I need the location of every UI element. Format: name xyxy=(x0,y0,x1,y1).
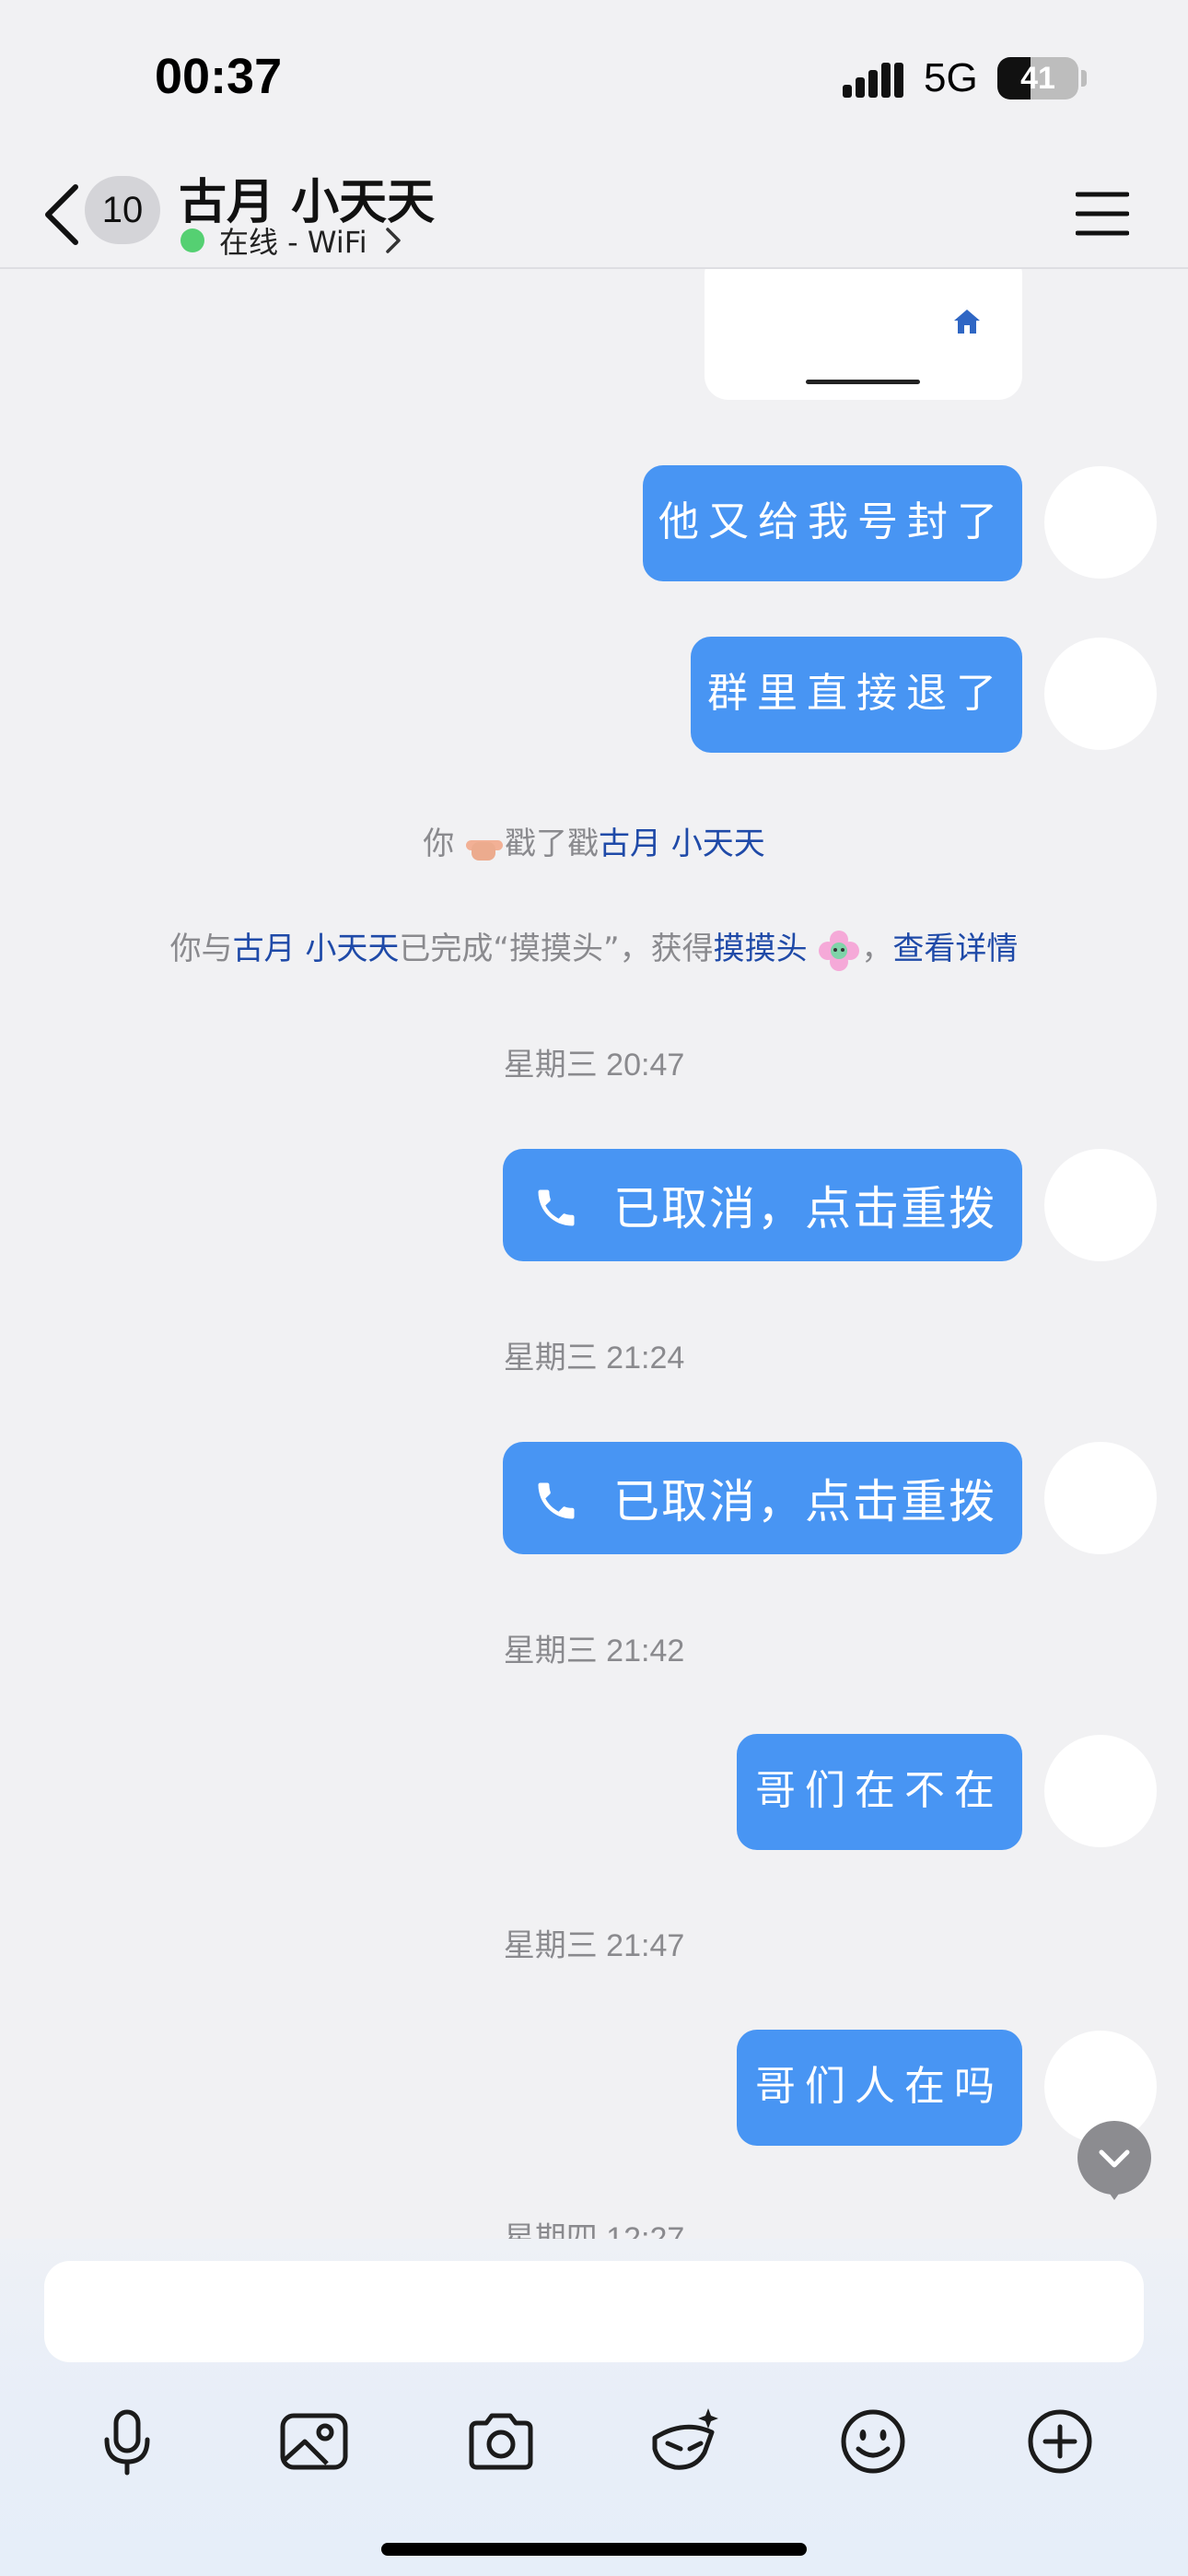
ai-assistant-icon[interactable] xyxy=(647,2403,725,2480)
message-bubble[interactable]: 哥们人在吗 xyxy=(737,2030,1022,2146)
online-status-text: 在线 - WiFi xyxy=(219,225,367,260)
online-dot-icon xyxy=(181,228,204,252)
avatar[interactable] xyxy=(1044,1442,1157,1554)
message-text: 群里直接退了 xyxy=(707,670,1006,717)
message-bubble[interactable]: 群里直接退了 xyxy=(691,637,1022,753)
timestamp: 星期三 21:42 xyxy=(503,1633,685,1669)
view-details-link[interactable]: 查看详情 xyxy=(892,931,1018,967)
call-status-text: 已取消，点击重拨 xyxy=(613,1475,996,1528)
message-text: 他又给我号封了 xyxy=(658,498,1007,545)
message-text: 哥们人在吗 xyxy=(755,2063,1004,2110)
avatar[interactable] xyxy=(1044,1735,1157,1847)
chevron-right-icon xyxy=(385,228,401,253)
scroll-to-bottom-button[interactable] xyxy=(1077,2121,1151,2195)
status-time: 00:37 xyxy=(155,49,283,104)
achievement-separator: ， xyxy=(861,931,893,967)
achievement-contact-link[interactable]: 古月 小天天 xyxy=(233,931,400,967)
unread-count-badge[interactable]: 10 xyxy=(85,176,160,244)
poke-prefix: 你 xyxy=(423,825,455,862)
poke-target-link[interactable]: 古月 小天天 xyxy=(599,825,765,862)
timestamp: 星期三 20:47 xyxy=(503,1048,685,1083)
avatar[interactable] xyxy=(1044,638,1157,750)
image-preview-bar xyxy=(806,380,920,384)
flower-badge-icon xyxy=(819,930,860,971)
message-input[interactable] xyxy=(44,2261,1144,2362)
status-bar: 00:37 5G 41 xyxy=(0,0,1188,161)
emoji-icon[interactable] xyxy=(834,2403,912,2480)
chat-screen: 00:37 5G 41 10 古月 小天天 在线 - WiFi 他又给我号封了 … xyxy=(0,0,1188,2576)
cellular-signal-icon xyxy=(843,63,903,98)
timestamp: 星期三 21:47 xyxy=(503,1928,685,1963)
phone-icon xyxy=(538,1189,575,1226)
poke-action: 戳了戳 xyxy=(505,825,599,862)
message-bubble[interactable]: 他又给我号封了 xyxy=(643,465,1022,581)
home-icon xyxy=(954,310,980,334)
achievement-middle: 已完成“摸摸头”，获得 xyxy=(399,931,714,967)
message-bubble[interactable]: 哥们在不在 xyxy=(737,1734,1022,1850)
message-text: 哥们在不在 xyxy=(755,1767,1004,1814)
achievement-prefix: 你与 xyxy=(169,931,233,967)
message-list[interactable]: 他又给我号封了 群里直接退了 你 戳了戳古月 小天天 你与古月 小天天已完成“摸… xyxy=(0,269,1188,2239)
composer-bar xyxy=(0,2239,1188,2576)
call-status-text: 已取消，点击重拨 xyxy=(613,1182,996,1235)
poke-notice: 你 戳了戳古月 小天天 xyxy=(0,818,1188,863)
battery-tip xyxy=(1081,70,1087,87)
avatar[interactable] xyxy=(1044,1149,1157,1261)
phone-icon xyxy=(538,1482,575,1519)
battery-level: 41 xyxy=(1020,61,1055,96)
network-type: 5G xyxy=(924,55,978,100)
chat-header: 10 古月 小天天 在线 - WiFi xyxy=(0,161,1188,269)
camera-icon[interactable] xyxy=(462,2403,540,2480)
timestamp: 星期三 21:24 xyxy=(503,1341,685,1376)
timestamp: 星期四 12:27 xyxy=(503,2221,685,2239)
chevron-left-icon[interactable] xyxy=(35,178,90,252)
call-record-bubble[interactable]: 已取消，点击重拨 xyxy=(503,1442,1022,1554)
scroll-button-tail xyxy=(1105,2187,1124,2200)
call-record-bubble[interactable]: 已取消，点击重拨 xyxy=(503,1149,1022,1261)
pointing-hand-icon xyxy=(466,839,503,861)
image-icon[interactable] xyxy=(275,2403,353,2480)
plus-circle-icon[interactable] xyxy=(1021,2403,1099,2480)
achievement-reward-link[interactable]: 摸摸头 xyxy=(714,931,808,967)
avatar[interactable] xyxy=(1044,466,1157,579)
battery-icon: 41 xyxy=(997,57,1078,100)
achievement-notice: 你与古月 小天天已完成“摸摸头”，获得摸摸头 ，查看详情 xyxy=(0,923,1188,973)
home-indicator xyxy=(381,2543,807,2556)
chevron-down-icon xyxy=(1099,2149,1130,2168)
microphone-icon[interactable] xyxy=(88,2403,166,2480)
image-message-preview[interactable] xyxy=(705,269,1022,400)
online-status-row[interactable]: 在线 - WiFi xyxy=(181,222,404,260)
hamburger-menu-icon[interactable] xyxy=(1076,189,1129,239)
